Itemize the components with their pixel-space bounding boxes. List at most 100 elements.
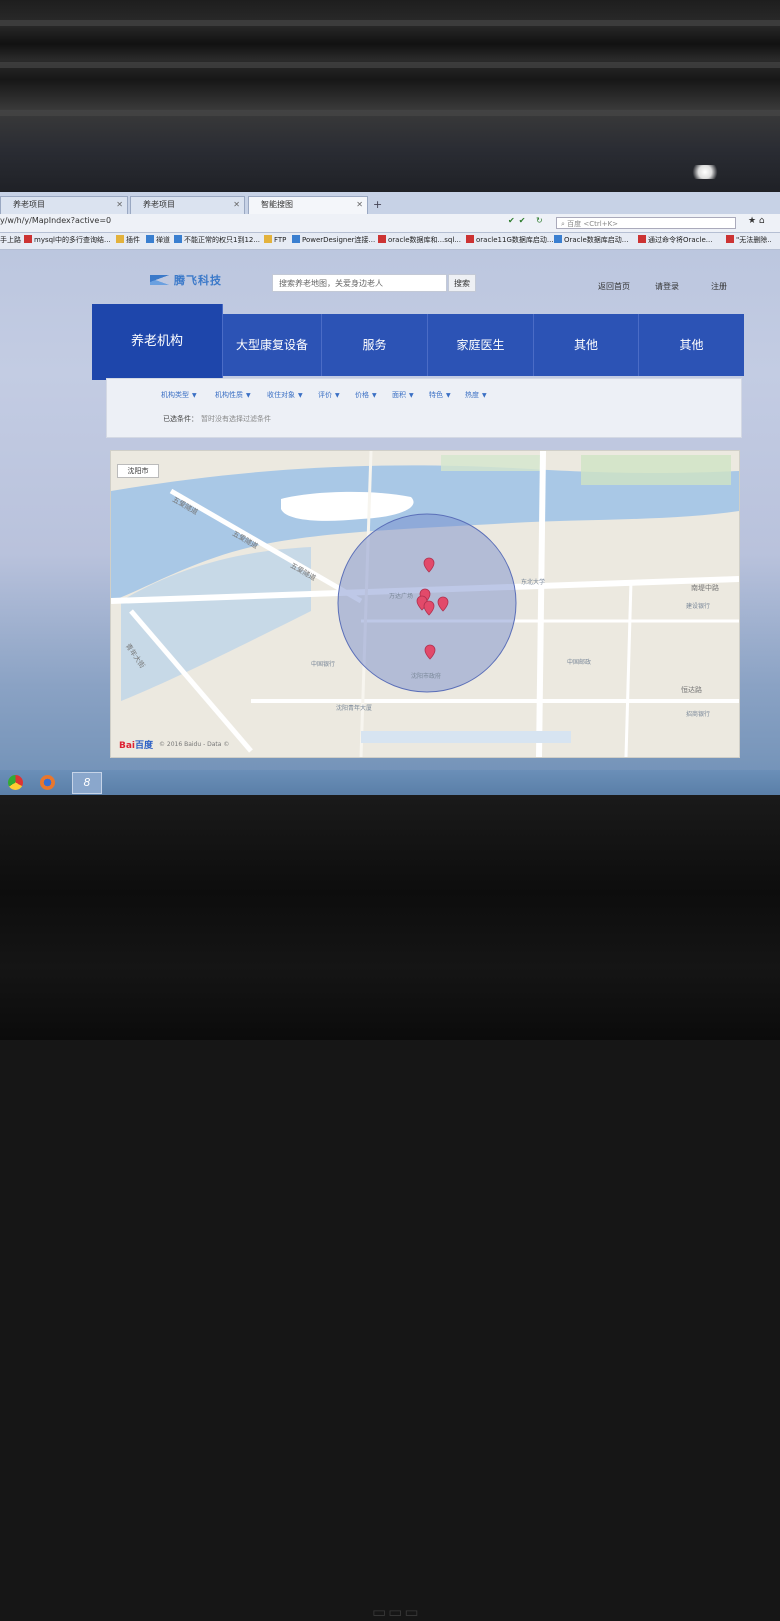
doc-icon [292, 235, 300, 243]
close-icon[interactable]: ✕ [233, 197, 240, 213]
firefox-icon[interactable] [40, 775, 55, 790]
filter-type[interactable]: 机构类型 ▼ [161, 390, 197, 400]
filter-popularity[interactable]: 热度 ▼ [465, 390, 487, 400]
folder-icon [116, 235, 124, 243]
nav-item-other-2[interactable]: 其他 [639, 314, 744, 376]
map-view[interactable]: 沈阳市 五爱隧道 五爱隧道 五爱隧道 南堤中路 青年大街 恒达路 中国银行 沈阳… [110, 450, 740, 758]
chrome-icon[interactable] [8, 775, 23, 790]
filter-label: 价格 [355, 391, 369, 399]
bookmark-item[interactable]: 不能正常的权只1到12... [174, 235, 260, 245]
site-search-button[interactable]: 搜索 [448, 274, 476, 292]
park-area [581, 455, 731, 485]
bookmarks-bar: 手上路 mysql中的多行查询结... 插件 禅道 不能正常的权只1到12...… [0, 233, 780, 250]
home-link[interactable]: 返回首页 [598, 281, 630, 292]
bookmark-item[interactable]: 插件 [116, 235, 140, 245]
poi-label: 东北大学 [521, 579, 546, 586]
bookmark-label: 通过命令将Oracle... [648, 236, 713, 244]
tab-label: 养老项目 [143, 200, 175, 209]
road [536, 451, 546, 757]
filter-rating[interactable]: 评价 ▼ [318, 390, 340, 400]
baidu-logo: Bai百度 [119, 738, 153, 751]
new-tab-icon[interactable]: + [373, 198, 382, 211]
filter-feature[interactable]: 特色 ▼ [429, 390, 451, 400]
map-canvas[interactable] [111, 451, 739, 757]
nav-item-rehab-equipment[interactable]: 大型康复设备 [223, 314, 322, 376]
filter-label: 面积 [392, 391, 406, 399]
poi-label: 万达广场 [389, 593, 414, 600]
blind-slat [0, 20, 780, 26]
login-link[interactable]: 请登录 [655, 281, 679, 292]
bookmark-label: 禅道 [156, 236, 170, 244]
nav-item-elderly-institution[interactable]: 养老机构 [92, 304, 223, 380]
bookmark-label: oracle数据库和...sql... [388, 236, 461, 244]
filter-nature[interactable]: 机构性质 ▼ [215, 390, 251, 400]
nav-item-services[interactable]: 服务 [322, 314, 428, 376]
bookmark-item[interactable]: oracle数据库和...sql... [378, 235, 461, 245]
bookmark-item[interactable]: Oracle数据库启动... [554, 235, 628, 245]
bookmark-item[interactable]: FTP [264, 235, 286, 244]
chevron-down-icon: ▼ [482, 392, 487, 399]
bookmark-item[interactable]: 禅道 [146, 235, 170, 245]
chevron-down-icon: ▼ [246, 392, 251, 399]
filter-label: 热度 [465, 391, 479, 399]
doc-icon [726, 235, 734, 243]
tab-bar: 养老项目 ✕ 养老项目 ✕ 智能搜图 ✕ + [0, 192, 780, 214]
filter-label: 特色 [429, 391, 443, 399]
app-icon[interactable]: 8 [72, 772, 102, 794]
bookmark-item[interactable]: "无法删除.. [726, 235, 772, 245]
poi-label: 建设银行 [686, 603, 711, 610]
chevron-down-icon: ▼ [298, 392, 303, 399]
tab-1[interactable]: 养老项目 ✕ [0, 196, 128, 214]
tab-label: 养老项目 [13, 200, 45, 209]
site-search-placeholder: 搜索养老地图，关爱身边老人 [279, 279, 383, 288]
chevron-down-icon: ▼ [192, 392, 197, 399]
close-icon[interactable]: ✕ [356, 197, 363, 213]
bookmark-item[interactable]: PowerDesigner连接... [292, 235, 375, 245]
logo-text: 腾飞科技 [174, 274, 222, 287]
road-label: 恒达路 [681, 686, 702, 694]
filter-panel: 机构类型 ▼ 机构性质 ▼ 收住对象 ▼ 评价 ▼ 价格 ▼ 面积 ▼ 特色 ▼ 热度 ▼ 已选… [106, 378, 742, 438]
tab-2[interactable]: 养老项目 ✕ [130, 196, 245, 214]
bookmark-item[interactable]: 手上路 [0, 235, 21, 245]
browser-search-input[interactable]: ⌕ 百度 <Ctrl+K> [556, 217, 736, 229]
bookmark-label: 手上路 [0, 236, 21, 244]
bookmark-label: Oracle数据库启动... [564, 236, 629, 244]
bookmark-item[interactable]: 通过命令将Oracle... [638, 235, 712, 245]
poi-label: 沈阳青年大厦 [336, 705, 373, 712]
security-icons: ✔✔ ↻ [508, 216, 547, 225]
city-selector[interactable]: 沈阳市 [117, 464, 159, 478]
filter-area[interactable]: 面积 ▼ [392, 390, 414, 400]
register-link[interactable]: 注册 [711, 281, 727, 292]
doc-icon [466, 235, 474, 243]
site-search-input[interactable]: 搜索养老地图，关爱身边老人 [272, 274, 447, 292]
url-field[interactable]: y/w/h/y/MapIndex?active=0 [0, 216, 111, 225]
close-icon[interactable]: ✕ [116, 197, 123, 213]
photo-background-bottom: ▭▭▭ [0, 795, 780, 1621]
star-icon[interactable]: ★ ⌂ [748, 216, 765, 226]
bookmark-item[interactable]: mysql中的多行查询结... [24, 235, 111, 245]
nav-item-other-1[interactable]: 其他 [534, 314, 639, 376]
doc-icon [554, 235, 562, 243]
bookmark-item[interactable]: oracle11G数据库启动... [466, 235, 554, 245]
tab-label: 智能搜图 [261, 200, 293, 209]
map-attribution: © 2016 Baidu - Data © [159, 741, 230, 748]
filter-label: 机构类型 [161, 391, 189, 399]
folder-icon [264, 235, 272, 243]
bookmark-label: 不能正常的权只1到12... [184, 236, 261, 244]
browser-search-placeholder: 百度 <Ctrl+K> [567, 220, 619, 228]
filter-price[interactable]: 价格 ▼ [355, 390, 377, 400]
tab-3-active[interactable]: 智能搜图 ✕ [248, 196, 368, 214]
poi-label: 沈阳市政府 [411, 673, 442, 680]
site-logo[interactable]: 腾飞科技 [150, 272, 222, 288]
nav-item-family-doctor[interactable]: 家庭医生 [428, 314, 534, 376]
bookmark-label: FTP [274, 236, 287, 244]
filter-target[interactable]: 收住对象 ▼ [267, 390, 303, 400]
photo-background-top [0, 0, 780, 200]
road-label: 南堤中路 [691, 584, 719, 592]
web-page: 腾飞科技 搜索养老地图，关爱身边老人 搜索 返回首页 请登录 注册 养老机构 大… [0, 250, 780, 770]
chevron-down-icon: ▼ [372, 392, 377, 399]
doc-icon [378, 235, 386, 243]
poi-label: 中国邮政 [567, 659, 592, 666]
category-nav: 养老机构 大型康复设备 服务 家庭医生 其他 其他 [92, 304, 744, 380]
ceiling-light [690, 165, 720, 179]
